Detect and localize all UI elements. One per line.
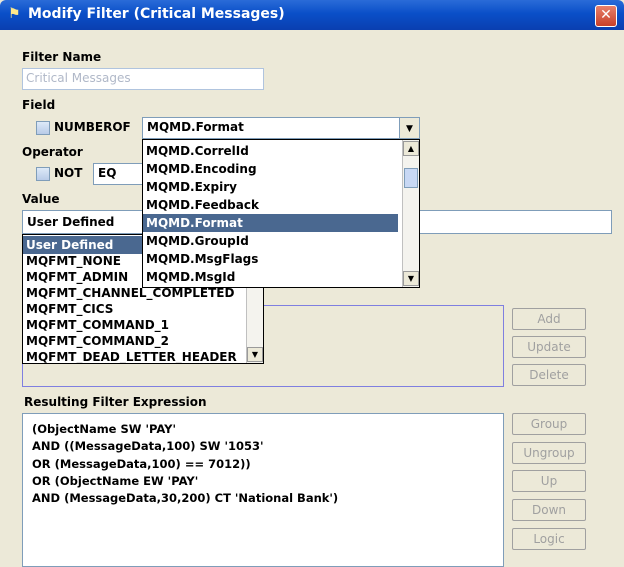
window-title: Modify Filter (Critical Messages)	[28, 6, 285, 22]
value-label: Value	[22, 192, 60, 206]
filter-name-field[interactable]: Critical Messages	[22, 68, 264, 90]
close-button[interactable]: ✕	[595, 5, 617, 27]
field-option[interactable]: MQMD.MsgFlags	[143, 250, 258, 268]
resulting-expression-label: Resulting Filter Expression	[24, 395, 207, 409]
expression-line: AND ((MessageData,100) SW '1053'	[32, 439, 264, 453]
filter-name-label: Filter Name	[22, 50, 102, 64]
add-button[interactable]: Add	[512, 308, 586, 330]
value-option[interactable]: MQFMT_DEAD_LETTER_HEADER	[23, 348, 237, 363]
numberof-label: NUMBEROF	[54, 120, 131, 134]
logic-button[interactable]: Logic	[512, 528, 586, 550]
scroll-thumb[interactable]	[404, 168, 418, 188]
field-dropdown-list[interactable]: MQMD.CorrelId MQMD.Encoding MQMD.Expiry …	[142, 139, 420, 288]
expression-line: (ObjectName SW 'PAY'	[32, 422, 177, 436]
up-button[interactable]: Up	[512, 470, 586, 492]
field-label: Field	[22, 98, 56, 112]
operator-label: Operator	[22, 145, 83, 159]
chevron-down-icon[interactable]: ▼	[403, 271, 419, 286]
group-button[interactable]: Group	[512, 413, 586, 435]
filter-icon: ⚑	[8, 6, 21, 22]
value-combo-value: User Defined	[27, 215, 115, 229]
title-bar[interactable]: ⚑ Modify Filter (Critical Messages) ✕	[0, 0, 624, 30]
numberof-checkbox[interactable]	[36, 121, 50, 135]
not-checkbox[interactable]	[36, 167, 50, 181]
ungroup-button[interactable]: Ungroup	[512, 442, 586, 464]
chevron-down-icon[interactable]: ▼	[247, 347, 263, 362]
chevron-up-icon[interactable]: ▲	[403, 141, 419, 156]
modify-filter-dialog: ⚑ Modify Filter (Critical Messages) ✕ Fi…	[0, 0, 624, 567]
down-button[interactable]: Down	[512, 499, 586, 521]
operator-combo[interactable]: EQ	[93, 163, 143, 185]
not-label: NOT	[54, 166, 83, 180]
expression-line: AND (MessageData,30,200) CT 'National Ba…	[32, 491, 339, 505]
field-option[interactable]: MQMD.Expiry	[143, 178, 237, 196]
chevron-down-icon[interactable]: ▼	[399, 118, 419, 138]
field-list-scrollbar[interactable]: ▲ ▼	[402, 140, 419, 287]
expression-line: OR (MessageData,100) == 7012))	[32, 457, 251, 471]
field-option[interactable]: MQMD.MsgId	[143, 268, 235, 286]
field-option[interactable]: MQMD.GroupId	[143, 232, 249, 250]
field-option[interactable]: MQMD.Encoding	[143, 160, 257, 178]
field-option[interactable]: MQMD.Format	[143, 214, 398, 232]
delete-button[interactable]: Delete	[512, 364, 586, 386]
resulting-expression-area[interactable]: (ObjectName SW 'PAY' AND ((MessageData,1…	[22, 413, 504, 567]
filter-name-value: Critical Messages	[26, 71, 131, 85]
field-combo[interactable]: MQMD.Format ▼	[142, 117, 420, 139]
field-option[interactable]: MQMD.CorrelId	[143, 142, 249, 160]
field-option[interactable]: MQMD.Feedback	[143, 196, 259, 214]
field-combo-value: MQMD.Format	[147, 120, 244, 134]
update-button[interactable]: Update	[512, 336, 586, 358]
operator-value: EQ	[98, 166, 117, 180]
expression-line: OR (ObjectName EW 'PAY'	[32, 474, 199, 488]
